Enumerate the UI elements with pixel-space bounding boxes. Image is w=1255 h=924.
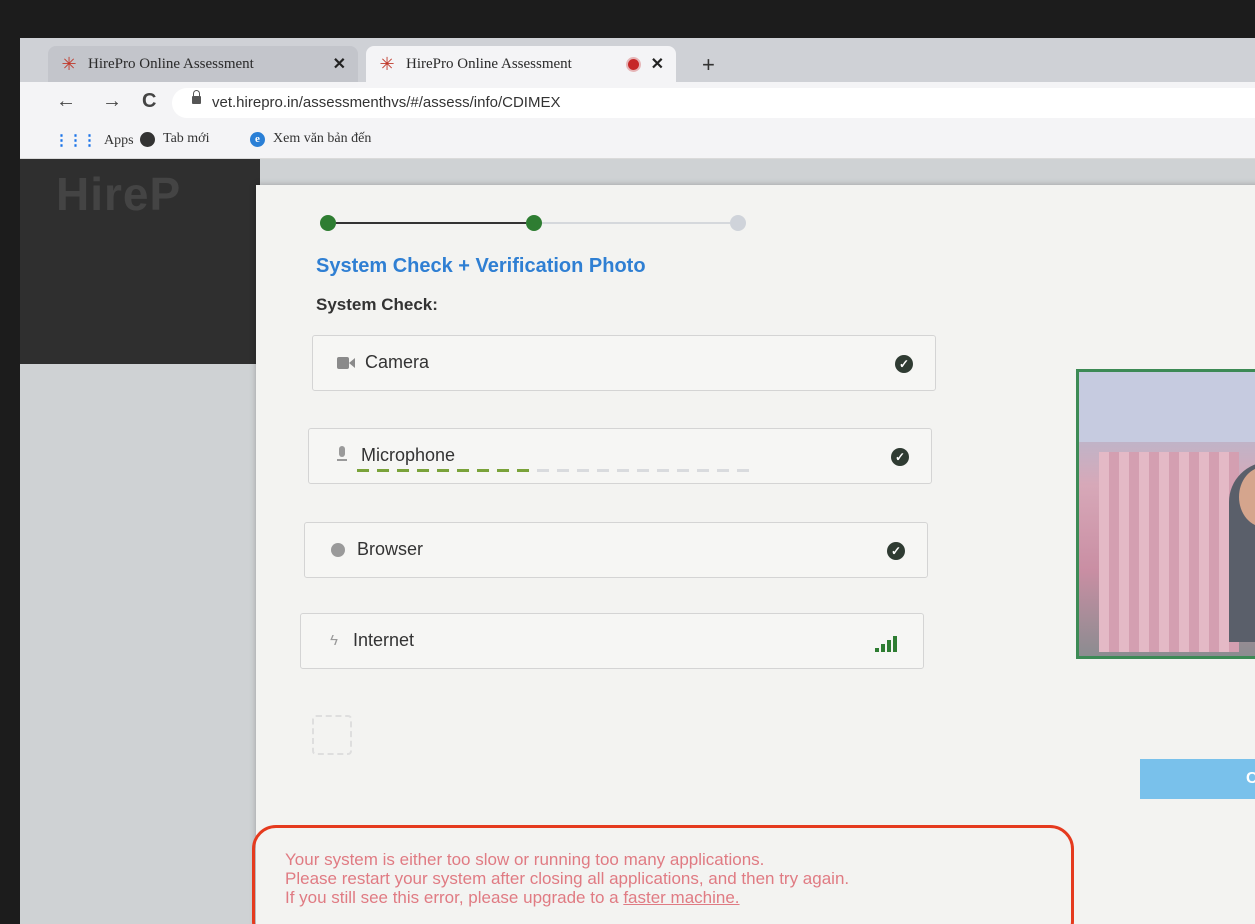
close-icon[interactable]: ✕ (651, 54, 664, 74)
check-circle-icon: ✓ (887, 542, 905, 560)
level-segment (577, 469, 589, 472)
level-segment (477, 469, 489, 472)
lock-icon (192, 90, 201, 104)
step-1-complete (320, 215, 336, 231)
tab-hirepro-1[interactable]: ✳ HirePro Online Assessment ✕ (48, 46, 358, 82)
check-row-camera: Camera ✓ (312, 335, 936, 391)
level-segment (537, 469, 549, 472)
error-line-3: If you still see this error, please upgr… (285, 888, 1071, 907)
step-3-pending (730, 215, 746, 231)
step-connector (336, 222, 526, 224)
site-header: HireP (20, 159, 260, 364)
level-segment (357, 469, 369, 472)
apps-grid-icon: ⋮⋮⋮ (54, 133, 97, 149)
check-row-microphone: Microphone ✓ (308, 428, 932, 484)
check-label: Camera (365, 352, 430, 372)
error-line-3-text: If you still see this error, please upgr… (285, 888, 624, 907)
level-segment (557, 469, 569, 472)
page-background: HireP System Check + Verification Photo … (20, 159, 1255, 924)
check-label: Microphone (361, 445, 456, 465)
signal-bar (893, 636, 897, 652)
check-circle-icon: ✓ (891, 448, 909, 466)
monitor-screen: ✳ HirePro Online Assessment ✕ ✳ HirePro … (20, 38, 1255, 924)
globe-icon (140, 131, 155, 147)
level-segment (717, 469, 729, 472)
level-segment (517, 469, 529, 472)
capture-photo-button[interactable]: Clic (1140, 759, 1255, 799)
hirepro-logo: HireP (56, 168, 182, 220)
bookmark-label: Tab mới (163, 131, 210, 146)
webcam-preview (1076, 369, 1255, 659)
error-line-2: Please restart your system after closing… (285, 869, 850, 888)
level-segment (657, 469, 669, 472)
bookmark-new-tab[interactable]: Tab mới (140, 131, 209, 147)
forward-button[interactable]: → (102, 90, 122, 113)
new-tab-button[interactable]: + (702, 52, 715, 78)
close-icon[interactable]: ✕ (333, 54, 346, 74)
url-text: vet.hirepro.in/assessmenthvs/#/assess/in… (212, 94, 561, 111)
bookmark-label: Xem văn bản đến (273, 131, 372, 146)
bookmark-xem-van-ban[interactable]: e Xem văn bản đến (250, 131, 371, 147)
bookmark-apps[interactable]: ⋮⋮⋮ Apps (54, 131, 134, 150)
webcam-curtain (1099, 452, 1239, 652)
check-label: Internet (353, 630, 415, 650)
level-segment (417, 469, 429, 472)
hirepro-icon: ✳ (379, 53, 395, 74)
level-segment (697, 469, 709, 472)
system-error-message: Your system is either too slow or runnin… (252, 825, 1074, 924)
bolt-icon: ϟ (330, 632, 338, 649)
reload-button[interactable]: C (142, 90, 156, 113)
webcam-background (1079, 372, 1255, 442)
browser-toolbar: ← → C vet.hirepro.in/assessmenthvs/#/ass… (20, 82, 1255, 122)
signal-bar (887, 640, 891, 652)
level-segment (457, 469, 469, 472)
check-row-internet: ϟ Internet (300, 613, 924, 669)
globe-icon (331, 543, 345, 557)
system-check-card: System Check + Verification Photo System… (252, 185, 1255, 924)
progress-stepper (320, 207, 770, 237)
tab-strip: ✳ HirePro Online Assessment ✕ ✳ HirePro … (20, 38, 1255, 82)
tab-title: HirePro Online Assessment (88, 55, 254, 72)
microphone-icon (337, 446, 347, 462)
tab-hirepro-2[interactable]: ✳ HirePro Online Assessment ✕ (366, 46, 676, 82)
level-segment (497, 469, 509, 472)
check-row-browser: Browser ✓ (304, 522, 928, 578)
tab-title: HirePro Online Assessment (406, 55, 572, 72)
level-segment (437, 469, 449, 472)
check-label: Browser (357, 539, 424, 559)
recording-icon (627, 58, 639, 70)
address-bar[interactable]: vet.hirepro.in/assessmenthvs/#/assess/in… (172, 88, 1255, 118)
edge-icon: e (250, 131, 265, 147)
level-segment (397, 469, 409, 472)
level-segment (597, 469, 609, 472)
microphone-level-meter (357, 469, 757, 473)
loading-placeholder-icon (312, 715, 352, 755)
level-segment (377, 469, 389, 472)
error-line-1: Your system is either too slow or runnin… (285, 850, 765, 869)
check-circle-icon: ✓ (895, 355, 913, 373)
level-segment (737, 469, 749, 472)
section-title: System Check + Verification Photo (316, 255, 646, 277)
back-button[interactable]: ← (56, 90, 76, 113)
step-connector (542, 222, 730, 224)
level-segment (637, 469, 649, 472)
bookmarks-bar: ⋮⋮⋮ Apps Tab mới e Xem văn bản đến (20, 122, 1255, 159)
faster-machine-link[interactable]: faster machine. (623, 888, 739, 907)
level-segment (677, 469, 689, 472)
system-check-heading: System Check: (316, 295, 438, 314)
bookmark-label: Apps (104, 132, 134, 148)
hirepro-icon: ✳ (61, 53, 77, 74)
signal-bar (875, 648, 879, 652)
signal-bar (881, 644, 885, 652)
signal-strength-icon (875, 636, 897, 652)
level-segment (617, 469, 629, 472)
step-2-complete (526, 215, 542, 231)
camera-icon (337, 357, 355, 369)
